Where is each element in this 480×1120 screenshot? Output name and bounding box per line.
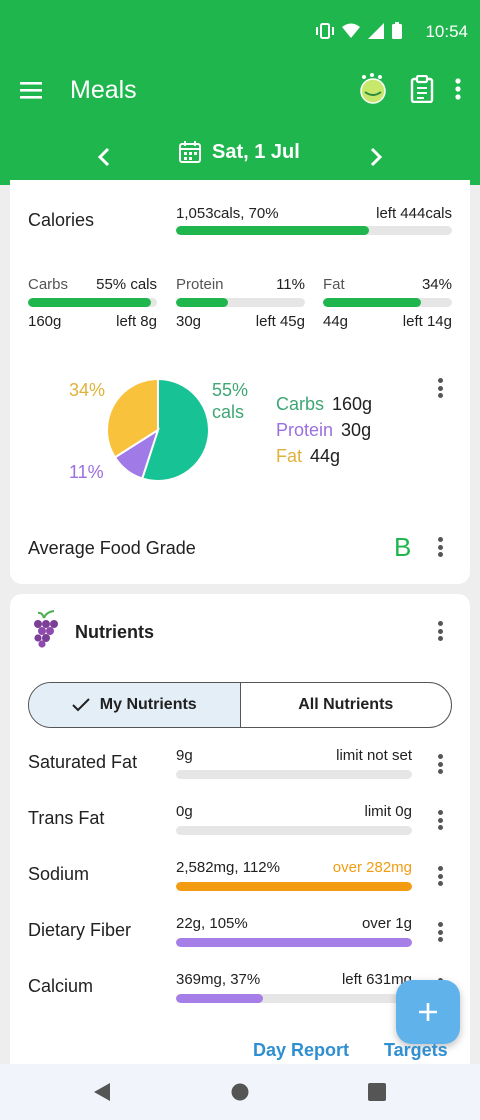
check-icon <box>72 698 90 712</box>
nutrients-title: Nutrients <box>75 622 155 642</box>
legend-value: 30g <box>341 420 372 440</box>
macro-progress <box>28 298 157 307</box>
macro-left: left 8g <box>116 313 157 330</box>
legend-name: Carbs <box>276 394 325 414</box>
calories-progress <box>176 226 452 235</box>
nutrient-progress <box>176 770 412 779</box>
status-bar: 10:54 <box>0 0 480 62</box>
macro-left: left 45g <box>255 313 305 330</box>
wifi-icon <box>342 23 360 38</box>
nutrient-progress-fill <box>176 994 264 1003</box>
nutrient-name: Dietary Fiber <box>28 920 132 940</box>
grapes-icon <box>34 610 58 648</box>
macro-left: left 14g <box>402 313 452 330</box>
recents-icon[interactable] <box>368 1083 386 1101</box>
macro-progress-fill <box>323 298 422 307</box>
add-button[interactable] <box>396 980 460 1044</box>
nutrient-status: over 1g <box>361 915 412 932</box>
nutrient-value: 369mg, 37% <box>176 971 261 988</box>
targets-link[interactable]: Targets <box>384 1040 448 1061</box>
home-icon[interactable] <box>231 1083 249 1101</box>
nutrient-value: 9g <box>176 747 193 764</box>
food-grade-value: B <box>394 532 412 562</box>
status-icons <box>316 22 402 39</box>
legend-value: 44g <box>310 446 341 466</box>
nutrient-name: Calcium <box>28 976 94 996</box>
calories-progress-fill <box>176 226 370 235</box>
pie-more-icon[interactable] <box>430 376 450 400</box>
nutrient-value: 2,582mg, 112% <box>176 859 280 876</box>
calendar-icon <box>179 141 201 163</box>
date-bar: Sat, 1 Jul <box>0 138 480 178</box>
summary-card: Calories 1,053cals, 70% left 444cals Car… <box>10 180 470 584</box>
nutrient-status: limit 0g <box>364 803 412 820</box>
macro-pct: 11% <box>276 276 305 293</box>
clipboard-icon[interactable] <box>410 74 434 108</box>
nutrient-progress-fill <box>176 882 412 891</box>
nutrient-progress <box>176 826 412 835</box>
macro-progress-fill <box>176 298 228 307</box>
date-label: Sat, 1 Jul <box>212 140 300 163</box>
nutrient-progress-fill <box>176 938 412 947</box>
chevron-left-icon[interactable] <box>92 144 118 170</box>
calories-label: Calories <box>28 210 95 230</box>
date-selector[interactable]: Sat, 1 Jul <box>178 140 300 164</box>
legend-item: Fat 44g <box>276 446 340 467</box>
nutrient-more-icon[interactable] <box>430 808 450 832</box>
tab-all-nutrients-label: All Nutrients <box>298 696 394 713</box>
legend-name: Protein <box>276 420 334 440</box>
food-grade-label: Average Food Grade <box>28 538 196 558</box>
tab-my-nutrients[interactable]: My Nutrients <box>29 683 241 727</box>
legend-item: Carbs 160g <box>276 394 372 415</box>
pie-label-fat: 34% <box>69 380 106 400</box>
macro-progress <box>176 298 305 307</box>
plus-icon <box>419 1003 437 1021</box>
hamburger-menu-icon[interactable] <box>20 80 46 102</box>
legend-value: 160g <box>332 394 373 414</box>
tab-all-nutrients[interactable]: All Nutrients <box>241 683 452 727</box>
calories-left: left 444cals <box>376 205 452 222</box>
tape-measure-icon[interactable] <box>356 72 390 111</box>
more-vert-icon[interactable] <box>454 77 462 106</box>
appbar-actions <box>356 72 462 111</box>
nutrient-name: Trans Fat <box>28 808 105 828</box>
pie-label-carbs-pct: 55% <box>212 380 249 400</box>
battery-icon <box>392 22 402 39</box>
back-icon[interactable] <box>92 1082 112 1102</box>
nutrient-more-icon[interactable] <box>430 864 450 888</box>
macro-pie-chart <box>106 378 210 482</box>
nutrient-more-icon[interactable] <box>430 920 450 944</box>
signal-icon <box>368 22 384 39</box>
macro-pct: 55% cals <box>96 276 157 293</box>
top-bar: 10:54 Meals Sat, 1 Jul <box>0 0 480 185</box>
nutrients-toggle: My Nutrients All Nutrients <box>28 682 452 728</box>
tab-my-nutrients-label: My Nutrients <box>99 696 197 713</box>
pie-label-protein: 11% <box>69 462 104 482</box>
nutrient-status: limit not set <box>336 747 412 764</box>
macro-pct: 34% <box>421 276 452 293</box>
status-time: 10:54 <box>425 22 468 41</box>
nutrient-more-icon[interactable] <box>430 752 450 776</box>
calories-value: 1,053cals, 70% <box>176 205 279 222</box>
food-grade-more-icon[interactable] <box>430 535 450 559</box>
nutrient-value: 0g <box>176 803 193 820</box>
pie-label-carbs-unit: cals <box>212 402 245 422</box>
day-report-link[interactable]: Day Report <box>253 1040 349 1061</box>
nutrient-name: Sodium <box>28 864 90 884</box>
nutrient-value: 22g, 105% <box>176 915 248 932</box>
vibrate-icon <box>316 22 334 39</box>
nutrient-status: over 282mg <box>332 859 412 876</box>
macro-progress <box>323 298 452 307</box>
chevron-right-icon[interactable] <box>362 144 388 170</box>
nutrient-name: Saturated Fat <box>28 752 138 772</box>
system-nav-bar <box>0 1064 480 1120</box>
nutrients-more-icon[interactable] <box>430 619 450 643</box>
legend-item: Protein 30g <box>276 420 371 441</box>
nutrient-progress <box>176 882 412 891</box>
nutrient-progress <box>176 994 412 1003</box>
macro-progress-fill <box>28 298 151 307</box>
nutrient-progress <box>176 938 412 947</box>
legend-name: Fat <box>276 446 303 466</box>
page-title: Meals <box>70 76 137 104</box>
